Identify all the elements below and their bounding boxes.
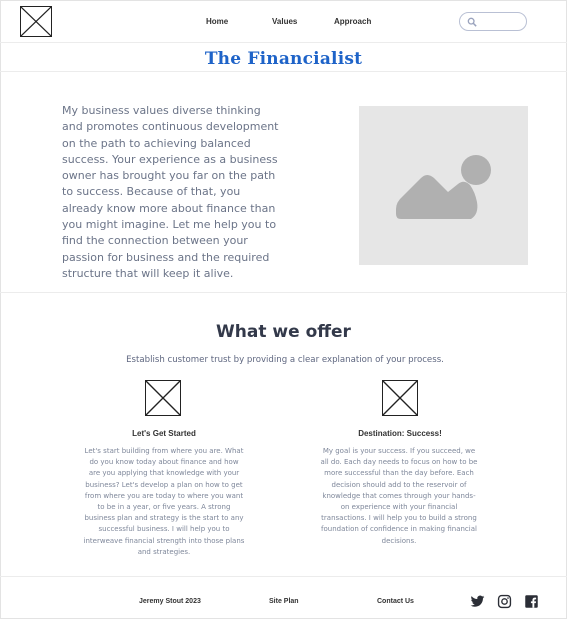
offer-heading: What we offer <box>216 322 351 342</box>
card-title: Destination: Success! <box>358 429 442 438</box>
footer-contact-link[interactable]: Contact Us <box>377 598 414 605</box>
card-title: Let's Get Started <box>132 429 196 438</box>
brand-title[interactable]: The Financialist <box>205 49 362 69</box>
image-icon <box>396 155 491 219</box>
section-divider <box>0 292 567 293</box>
header: Home Values Approach <box>0 0 567 43</box>
intro-image <box>359 106 528 265</box>
card-image-placeholder-icon <box>382 380 418 416</box>
intro-paragraph: My business values diverse thinking and … <box>62 104 279 280</box>
brand-bar: The Financialist <box>0 43 567 72</box>
nav-values[interactable]: Values <box>272 17 297 26</box>
footer-copyright: Jeremy Stout 2023 <box>139 598 201 605</box>
card-image-placeholder-icon <box>145 380 181 416</box>
logo-placeholder-icon[interactable] <box>20 6 52 37</box>
card-text: Let's start building from where you are.… <box>83 447 245 556</box>
card-text: My goal is your success. If you succeed,… <box>320 447 478 545</box>
offer-subtitle: Establish customer trust by providing a … <box>126 355 444 365</box>
facebook-icon[interactable] <box>524 594 539 609</box>
footer-divider <box>0 576 567 577</box>
instagram-icon[interactable] <box>497 594 512 609</box>
footer-site-plan-link[interactable]: Site Plan <box>269 598 299 605</box>
search-input[interactable] <box>459 12 527 31</box>
nav-approach[interactable]: Approach <box>334 17 371 26</box>
twitter-icon[interactable] <box>470 594 485 609</box>
nav-home[interactable]: Home <box>206 17 228 26</box>
search-icon <box>467 17 477 27</box>
